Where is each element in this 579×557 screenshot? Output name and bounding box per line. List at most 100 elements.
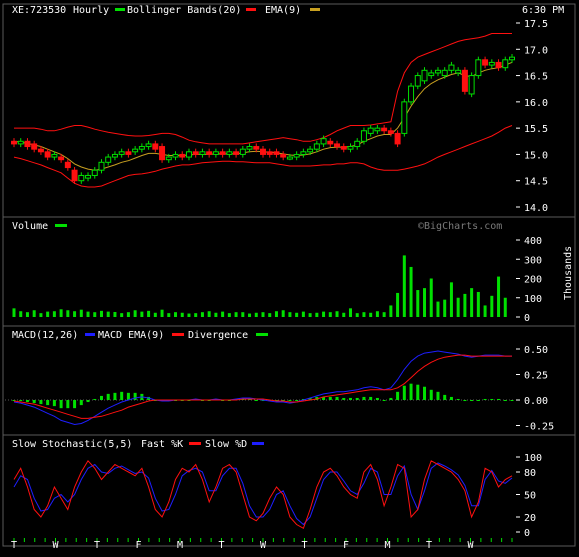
divergence-label: Divergence <box>188 330 248 341</box>
volume-bar <box>52 311 56 317</box>
candle-body <box>421 69 428 82</box>
divergence-bar <box>423 386 427 400</box>
divergence-bar <box>396 391 400 400</box>
candle-body <box>488 61 495 66</box>
volume-bar <box>295 312 299 317</box>
price-y-tick-label: 17.0 <box>524 45 548 56</box>
bollinger-legend-label: Bollinger Bands(20) <box>127 5 241 16</box>
macd-legend: MACD(12,26) MACD EMA(9) Divergence <box>12 330 268 341</box>
volume-bar <box>79 309 83 317</box>
candle-body <box>132 148 139 153</box>
volume-unit-label: Thousands <box>563 246 574 300</box>
volume-bar <box>133 310 137 317</box>
divergence-bar <box>470 400 474 402</box>
candle-body <box>165 156 172 161</box>
candle-body <box>334 143 341 148</box>
candle-body <box>502 59 509 69</box>
divergence-bar <box>416 384 420 400</box>
divergence-bar <box>133 392 137 400</box>
volume-bar <box>147 310 151 317</box>
candle-body <box>17 140 24 145</box>
candle-body <box>495 61 502 69</box>
candle-body <box>455 69 462 74</box>
candle-body <box>428 72 435 77</box>
volume-bar <box>382 312 386 317</box>
candle-body <box>414 75 421 87</box>
x-tick-label: T <box>426 540 432 551</box>
volume-bar <box>423 288 427 317</box>
volume-bar <box>268 313 272 317</box>
volume-bar <box>443 299 447 317</box>
stoch-y-tick-label: 50 <box>524 491 536 502</box>
candle-body <box>313 143 320 150</box>
price-y-tick-label: 15.5 <box>524 124 548 135</box>
divergence-bar <box>106 393 110 400</box>
chart-stage: XE:723530 Hourly Bollinger Bands(20) EMA… <box>0 0 579 553</box>
volume-bar <box>483 305 487 317</box>
candle-body <box>226 151 233 155</box>
volume-bar <box>106 311 110 317</box>
candle-body <box>212 151 219 155</box>
divergence-bar <box>443 394 447 400</box>
stoch-y-tick-label: 80 <box>524 468 536 479</box>
divergence-bar <box>46 400 50 406</box>
ema-legend-label: EMA(9) <box>265 5 301 16</box>
stock-chart: XE:723530 Hourly Bollinger Bands(20) EMA… <box>0 0 579 553</box>
volume-bar <box>126 312 130 317</box>
candle-body <box>300 151 307 155</box>
volume-bar <box>288 312 292 317</box>
volume-bar <box>86 311 90 317</box>
candle-body <box>125 151 132 155</box>
divergence-bar <box>25 400 29 403</box>
macd-y-tick-label: 0.50 <box>524 345 548 356</box>
price-y-tick-label: 14.5 <box>524 177 548 188</box>
candle-body <box>374 127 381 132</box>
x-tick-label: T <box>219 540 225 551</box>
volume-bar <box>234 312 238 317</box>
volume-bar <box>261 312 265 317</box>
volume-bar <box>362 312 366 317</box>
candle-body <box>246 146 253 150</box>
divergence-bar <box>362 396 366 400</box>
candle-body <box>360 130 367 142</box>
divergence-bar <box>389 397 393 400</box>
volume-bar <box>160 309 164 317</box>
volume-bar <box>497 276 501 317</box>
fast-k-label: Fast %K <box>141 439 183 450</box>
volume-bar <box>46 311 50 317</box>
candle-body <box>58 156 65 161</box>
candle-body <box>307 148 314 153</box>
fast-k-legend-swatch <box>189 442 201 445</box>
interval-label: Hourly <box>73 5 109 16</box>
candle-body <box>51 153 58 158</box>
candle-body <box>394 132 401 145</box>
candle-body <box>78 174 85 182</box>
price-y-tick-label: 14.0 <box>524 203 548 214</box>
candle-body <box>266 151 273 155</box>
ema-legend-swatch <box>310 8 320 11</box>
divergence-bar <box>328 396 332 400</box>
volume-bar <box>429 278 433 317</box>
divergence-bar <box>254 400 258 401</box>
candle-body <box>111 153 118 158</box>
candle-body <box>280 153 287 158</box>
divergence-bar <box>348 397 352 400</box>
divergence-bar <box>113 392 117 400</box>
volume-bar <box>153 312 157 317</box>
candle-body <box>105 156 112 163</box>
x-tick-label: M <box>385 540 391 551</box>
price-legend-swatch <box>115 8 125 11</box>
macd-y-tick-label: 0.00 <box>524 396 548 407</box>
candle-body <box>206 151 213 155</box>
divergence-bar <box>335 396 339 400</box>
candle-body <box>347 146 354 150</box>
volume-bar <box>140 311 144 317</box>
volume-y-tick-label: 300 <box>524 255 542 266</box>
volume-bar <box>402 255 406 317</box>
volume-bar <box>254 312 258 317</box>
divergence-bar <box>476 400 480 401</box>
volume-bar <box>301 311 305 317</box>
volume-bar <box>328 312 332 317</box>
x-tick-label: T <box>302 540 308 551</box>
candle-body <box>461 69 468 92</box>
